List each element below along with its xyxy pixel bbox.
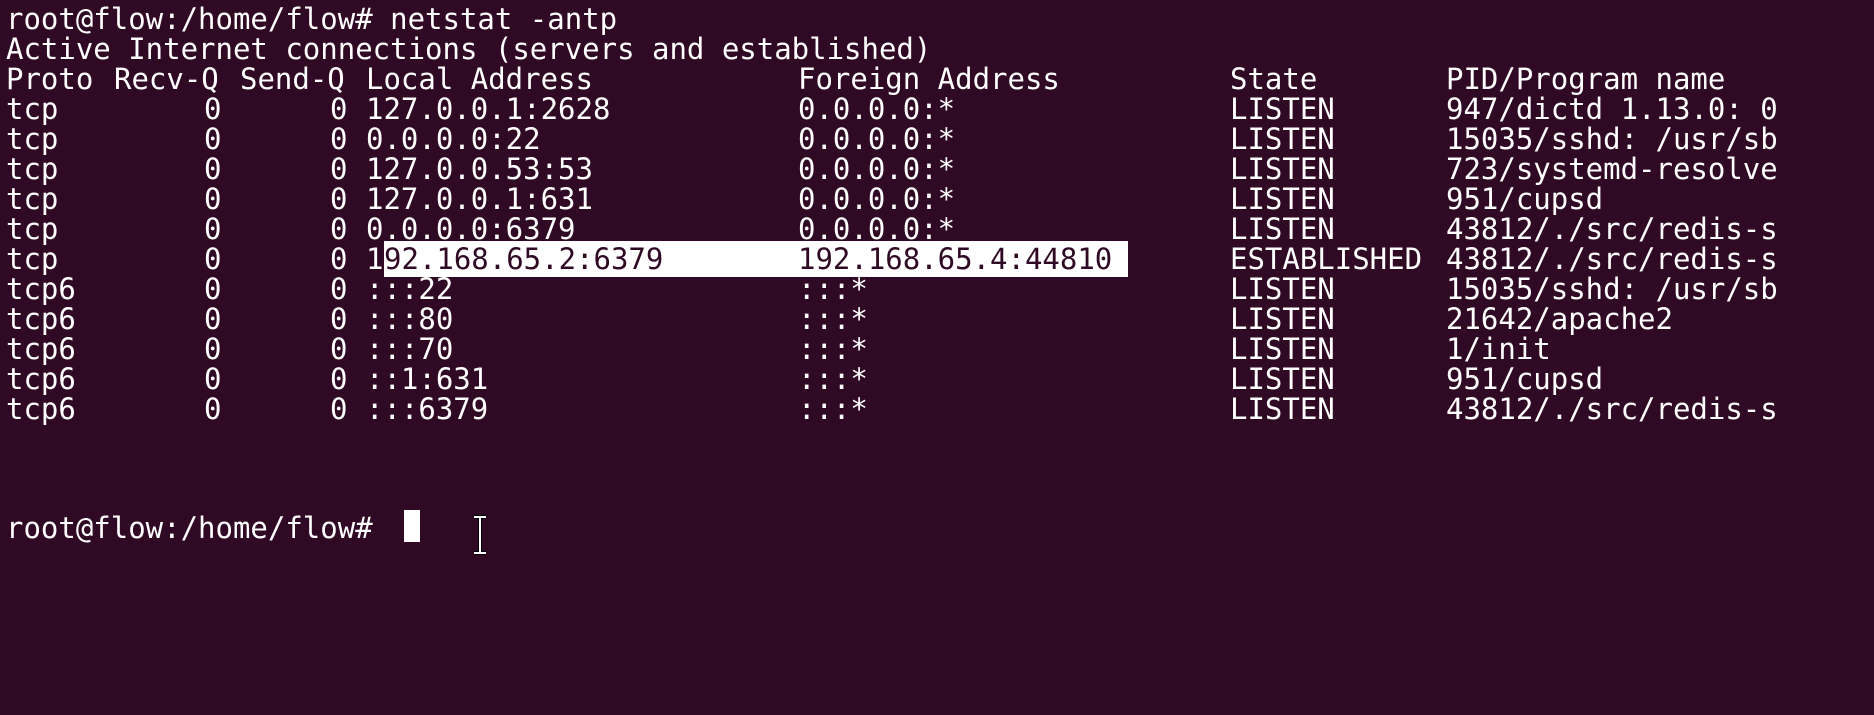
cell-pid-program: 43812/./src/redis-s	[1446, 392, 1778, 426]
cell-proto: tcp6	[6, 392, 76, 426]
terminal-window[interactable]: root@flow:/home/flow# netstat -antp Acti…	[0, 0, 1874, 574]
cell-recvq: 0	[204, 392, 222, 426]
block-cursor-icon	[404, 510, 420, 542]
cell-local-address: :::6379	[366, 392, 489, 426]
cell-foreign-address: :::*	[798, 392, 868, 426]
ibeam-cursor-icon	[474, 515, 486, 555]
cell-state: LISTEN	[1230, 392, 1335, 426]
table-row: tcp6 0 0 :::6379 :::* LISTEN 43812/./src…	[6, 391, 1866, 427]
final-prompt-line[interactable]: root@flow:/home/flow#	[6, 510, 390, 546]
prompt-text: root@flow:/home/flow#	[6, 511, 391, 545]
cell-sendq: 0	[330, 392, 348, 426]
